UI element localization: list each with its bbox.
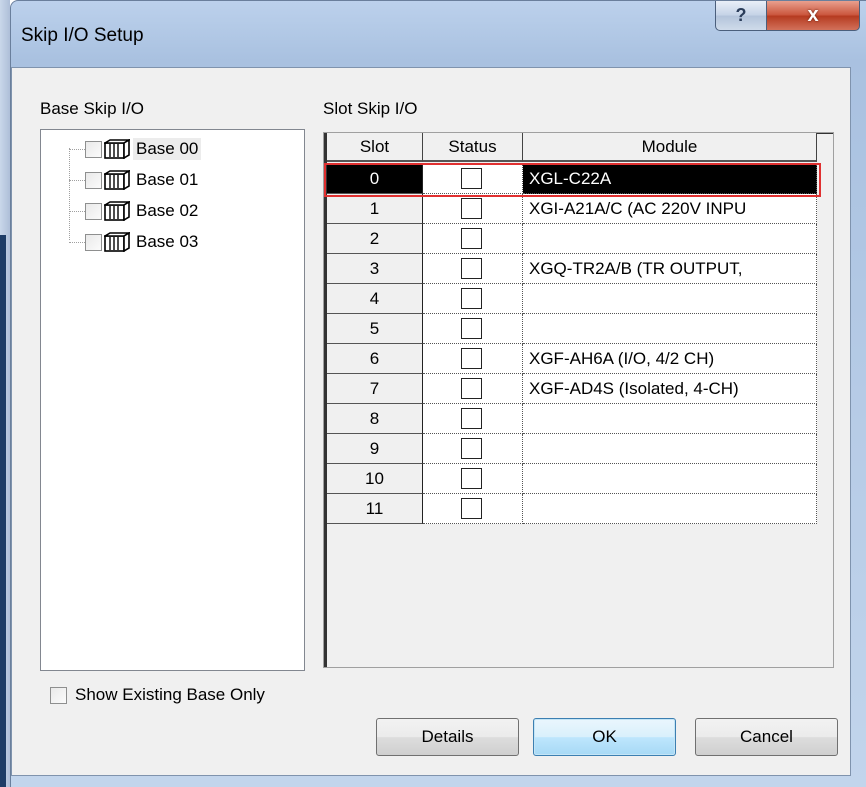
cancel-button[interactable]: Cancel (695, 718, 838, 756)
show-existing-option[interactable]: Show Existing Base Only (50, 685, 265, 705)
status-checkbox[interactable] (461, 408, 482, 429)
background-window-strip (0, 235, 6, 787)
base-tree-item[interactable]: Base 01 (69, 166, 201, 194)
slot-cell[interactable]: 8 (327, 404, 423, 434)
slot-grid[interactable]: Slot Status Module 0 XGL-C22A 1 XGI-A21A/C … (323, 132, 834, 668)
base-checkbox[interactable] (85, 140, 102, 158)
slot-cell[interactable]: 3 (327, 254, 423, 284)
base-rack-icon (104, 232, 130, 252)
status-cell[interactable] (423, 344, 523, 374)
module-cell[interactable] (523, 494, 817, 524)
module-cell[interactable]: XGF-AH6A (I/O, 4/2 CH) (523, 344, 817, 374)
module-cell[interactable] (523, 314, 817, 344)
base-checkbox[interactable] (85, 233, 102, 251)
status-cell[interactable] (423, 404, 523, 434)
status-cell[interactable] (423, 194, 523, 224)
ok-button[interactable]: OK (533, 718, 676, 756)
slot-skip-io-label: Slot Skip I/O (323, 99, 418, 118)
status-checkbox[interactable] (461, 288, 482, 309)
base-checkbox[interactable] (85, 202, 102, 220)
slot-cell[interactable]: 2 (327, 224, 423, 254)
status-cell[interactable] (423, 434, 523, 464)
base-rack-icon (104, 201, 130, 221)
show-existing-checkbox[interactable] (50, 686, 67, 704)
close-button[interactable]: x (766, 1, 860, 31)
details-button[interactable]: Details (376, 718, 519, 756)
slot-cell[interactable]: 0 (327, 164, 423, 194)
base-rack-icon (104, 139, 130, 159)
base-tree-item[interactable]: Base 03 (69, 228, 201, 256)
slot-cell[interactable]: 7 (327, 374, 423, 404)
skip-io-setup-dialog: Skip I/O Setup ? x Base Skip I/O Slot Sk… (10, 0, 866, 787)
status-cell[interactable] (423, 284, 523, 314)
status-cell[interactable] (423, 224, 523, 254)
slot-cell[interactable]: 4 (327, 284, 423, 314)
module-cell[interactable] (523, 224, 817, 254)
slot-cell[interactable]: 11 (327, 494, 423, 524)
column-header-module[interactable]: Module (523, 133, 817, 162)
module-cell[interactable] (523, 404, 817, 434)
status-cell[interactable] (423, 494, 523, 524)
base-tree-item[interactable]: Base 02 (69, 197, 201, 225)
status-checkbox[interactable] (461, 378, 482, 399)
help-button[interactable]: ? (715, 1, 767, 31)
status-checkbox[interactable] (461, 468, 482, 489)
status-cell[interactable] (423, 464, 523, 494)
base-checkbox[interactable] (85, 171, 102, 189)
module-cell[interactable]: XGF-AD4S (Isolated, 4-CH) (523, 374, 817, 404)
slot-cell[interactable]: 6 (327, 344, 423, 374)
status-cell[interactable] (423, 314, 523, 344)
base-label: Base 00 (133, 138, 202, 160)
background-window-edge (0, 0, 10, 787)
slot-cell[interactable]: 10 (327, 464, 423, 494)
base-label: Base 03 (136, 232, 199, 251)
status-checkbox[interactable] (461, 498, 482, 519)
base-tree-item[interactable]: Base 00 (69, 135, 202, 163)
window-title: Skip I/O Setup (21, 25, 144, 46)
base-label: Base 01 (136, 170, 199, 189)
status-cell[interactable] (423, 164, 523, 194)
help-icon: ? (735, 5, 747, 25)
status-checkbox[interactable] (461, 438, 482, 459)
tree-connector (69, 241, 85, 243)
tree-connector (69, 210, 85, 212)
status-checkbox[interactable] (461, 168, 482, 189)
status-checkbox[interactable] (461, 318, 482, 339)
dialog-body: Base Skip I/O Slot Skip I/O Base 00 Base … (11, 67, 851, 776)
module-cell[interactable] (523, 434, 817, 464)
close-icon: x (807, 4, 819, 26)
tree-connector (69, 148, 85, 150)
show-existing-label: Show Existing Base Only (75, 685, 265, 704)
status-checkbox[interactable] (461, 348, 482, 369)
slot-cell[interactable]: 1 (327, 194, 423, 224)
tree-connector (69, 179, 85, 181)
module-cell[interactable] (523, 464, 817, 494)
base-label: Base 02 (136, 201, 199, 220)
module-cell[interactable]: XGQ-TR2A/B (TR OUTPUT, (523, 254, 817, 284)
slot-cell[interactable]: 9 (327, 434, 423, 464)
status-checkbox[interactable] (461, 258, 482, 279)
module-cell[interactable]: XGI-A21A/C (AC 220V INPU (523, 194, 817, 224)
status-checkbox[interactable] (461, 228, 482, 249)
base-skip-io-label: Base Skip I/O (40, 99, 144, 118)
column-header-status[interactable]: Status (423, 133, 523, 162)
status-checkbox[interactable] (461, 198, 482, 219)
base-rack-icon (104, 170, 130, 190)
module-cell[interactable]: XGL-C22A (523, 164, 817, 194)
module-cell[interactable] (523, 284, 817, 314)
status-cell[interactable] (423, 374, 523, 404)
slot-cell[interactable]: 5 (327, 314, 423, 344)
base-tree[interactable]: Base 00 Base 01 Base 02 Base 03 (40, 129, 305, 671)
column-header-slot[interactable]: Slot (327, 133, 423, 162)
status-cell[interactable] (423, 254, 523, 284)
